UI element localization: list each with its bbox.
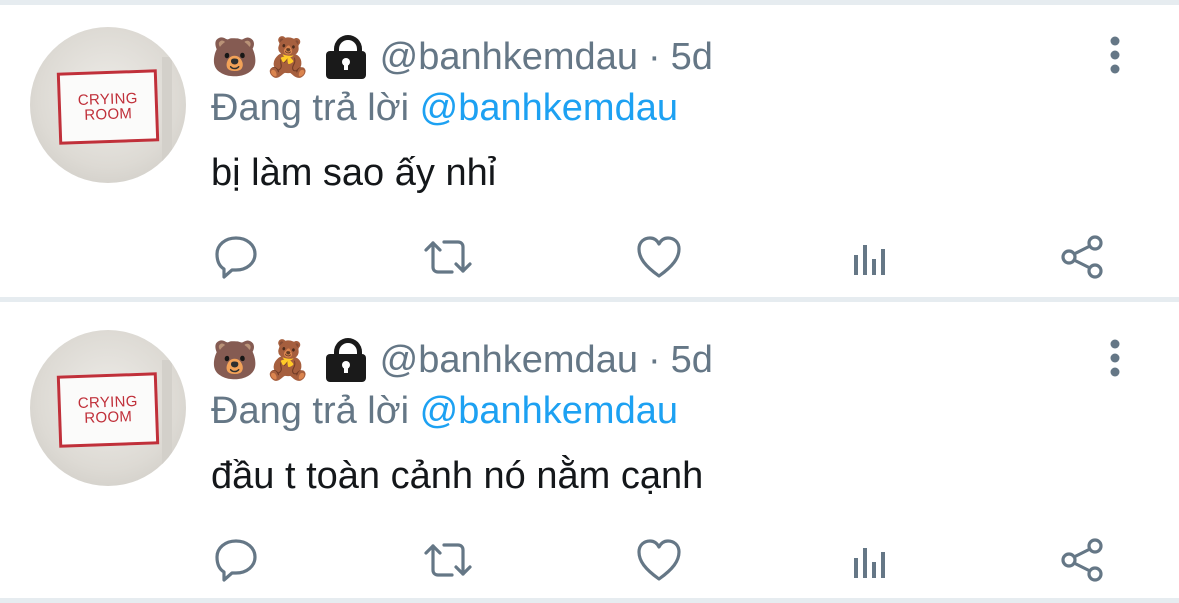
reply-mention-link[interactable]: @banhkemdau (420, 87, 678, 129)
divider (0, 598, 1179, 603)
analytics-icon[interactable] (843, 231, 895, 283)
tweet[interactable]: CRYING ROOM 🐻 🧸 @banhkemdau · 5d Đang tr… (0, 308, 1179, 603)
lock-icon (325, 35, 366, 79)
tweet[interactable]: CRYING ROOM 🐻 🧸 @banhkemdau · 5d Đang tr… (0, 5, 1179, 300)
retweet-icon[interactable] (422, 534, 474, 586)
like-icon[interactable] (633, 534, 685, 586)
more-vertical-icon[interactable] (1100, 33, 1130, 77)
tweet-header: 🐻 🧸 @banhkemdau · 5d (211, 31, 713, 83)
tweet-actions (0, 534, 1179, 586)
tweet-text: bị làm sao ấy nhỉ (211, 152, 497, 194)
teddy-bear-emoji[interactable]: 🧸 (264, 334, 311, 386)
avatar-background (162, 57, 172, 167)
lock-icon (325, 338, 366, 382)
reply-context: Đang trả lời @banhkemdau (211, 388, 678, 434)
reply-context: Đang trả lời @banhkemdau (211, 85, 678, 131)
reply-icon[interactable] (210, 534, 262, 586)
bear-emoji[interactable]: 🐻 (211, 334, 258, 386)
divider (0, 297, 1179, 302)
reply-prefix: Đang trả lời (211, 87, 410, 129)
more-vertical-icon[interactable] (1100, 336, 1130, 380)
reply-prefix: Đang trả lời (211, 390, 410, 432)
avatar-sign: CRYING ROOM (56, 69, 160, 145)
avatar-sign: CRYING ROOM (56, 372, 160, 448)
avatar-background (162, 360, 172, 470)
avatar[interactable]: CRYING ROOM (30, 27, 186, 183)
like-icon[interactable] (633, 231, 685, 283)
avatar-sign-line2: ROOM (84, 105, 133, 124)
timestamp[interactable]: 5d (671, 36, 713, 79)
avatar[interactable]: CRYING ROOM (30, 330, 186, 486)
share-icon[interactable] (1056, 534, 1108, 586)
analytics-icon[interactable] (843, 534, 895, 586)
tweet-header: 🐻 🧸 @banhkemdau · 5d (211, 334, 713, 386)
bear-emoji[interactable]: 🐻 (211, 31, 258, 83)
retweet-icon[interactable] (422, 231, 474, 283)
separator-dot: · (647, 35, 661, 78)
reply-mention-link[interactable]: @banhkemdau (420, 390, 678, 432)
teddy-bear-emoji[interactable]: 🧸 (264, 31, 311, 83)
timestamp[interactable]: 5d (671, 339, 713, 382)
avatar-sign-line2: ROOM (84, 408, 133, 427)
user-handle[interactable]: @banhkemdau (380, 36, 638, 79)
tweet-actions (0, 231, 1179, 283)
share-icon[interactable] (1056, 231, 1108, 283)
tweet-feed: CRYING ROOM 🐻 🧸 @banhkemdau · 5d Đang tr… (0, 0, 1179, 603)
tweet-text: đầu t toàn cảnh nó nằm cạnh (211, 455, 704, 497)
reply-icon[interactable] (210, 231, 262, 283)
separator-dot: · (647, 338, 661, 381)
user-handle[interactable]: @banhkemdau (380, 339, 638, 382)
